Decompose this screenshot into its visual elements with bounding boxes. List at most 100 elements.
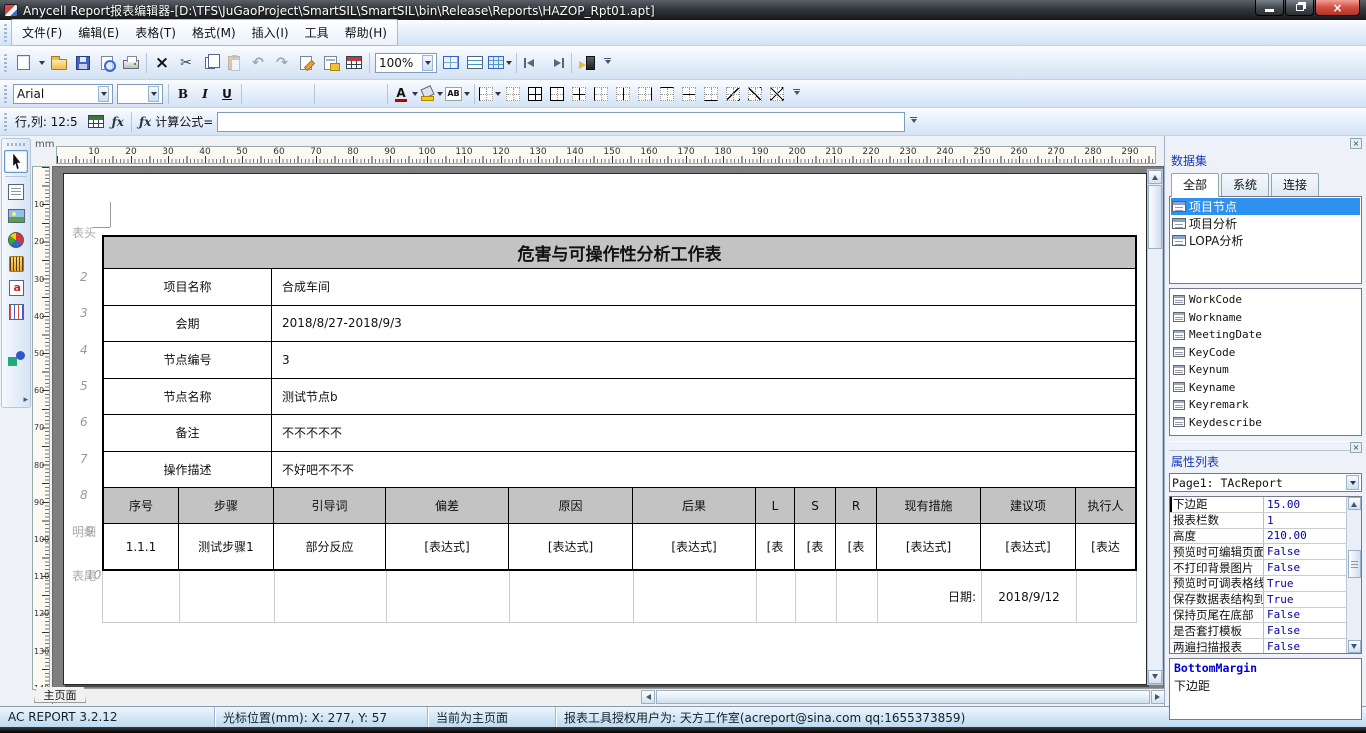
property-value[interactable]: 15.00: [1264, 497, 1346, 512]
column-header-11[interactable]: 执行人: [1076, 488, 1135, 523]
table-style-button[interactable]: [342, 51, 366, 75]
property-value[interactable]: False: [1264, 608, 1346, 623]
vertical-scroll-thumb[interactable]: [1148, 185, 1162, 249]
footer-cell-8[interactable]: [837, 571, 878, 622]
field-item-5[interactable]: Keyname: [1171, 379, 1360, 397]
font-color-button[interactable]: A: [391, 83, 419, 105]
align-left-button[interactable]: [245, 83, 267, 105]
menu-item-2[interactable]: 表格(T): [127, 20, 184, 45]
align-right-button[interactable]: [289, 83, 311, 105]
scroll-thumb[interactable]: [1348, 550, 1361, 578]
detail-cell-1[interactable]: 测试步骤1: [179, 524, 274, 569]
property-row-8[interactable]: 是否套打模板False: [1170, 623, 1346, 639]
new-button[interactable]: [11, 51, 35, 75]
minimize-button[interactable]: [1255, 0, 1284, 16]
delete-button[interactable]: ×: [150, 51, 174, 75]
shrink-col-button[interactable]: [520, 51, 544, 75]
border-preset-button[interactable]: [478, 83, 502, 105]
property-value[interactable]: False: [1264, 544, 1346, 559]
menu-item-5[interactable]: 工具: [297, 20, 337, 45]
panel-close-icon[interactable]: ×: [1350, 442, 1362, 453]
field-item-6[interactable]: Keyremark: [1171, 396, 1360, 414]
property-row-7[interactable]: 保持页尾在底部False: [1170, 608, 1346, 624]
dataset-tab-0[interactable]: 全部: [1171, 173, 1219, 197]
dataset-tab-1[interactable]: 系统: [1221, 173, 1269, 197]
property-value[interactable]: 210.00: [1264, 529, 1346, 544]
border-diagonal-up-button[interactable]: [744, 83, 766, 105]
formula-input[interactable]: [217, 112, 905, 132]
property-value[interactable]: False: [1264, 639, 1346, 654]
info-value-cell[interactable]: 不好吧不不不: [272, 452, 1135, 488]
page-setup-button[interactable]: [318, 51, 342, 75]
panel-close-icon[interactable]: ×: [1350, 138, 1362, 149]
border-bottom-button[interactable]: [700, 83, 722, 105]
fill-color-button[interactable]: [419, 83, 444, 105]
close-button[interactable]: ×: [1315, 0, 1360, 16]
cell-grid-icon[interactable]: [88, 115, 104, 128]
bold-button[interactable]: B: [172, 83, 194, 105]
export-button[interactable]: [294, 51, 318, 75]
border-diagonal-down-button[interactable]: [722, 83, 744, 105]
info-label-cell[interactable]: 会期: [104, 306, 272, 342]
property-value[interactable]: False: [1264, 623, 1346, 638]
zoom-combo[interactable]: 100%: [375, 53, 437, 73]
dataset-item-0[interactable]: 项目节点: [1171, 198, 1360, 215]
field-item-3[interactable]: KeyCode: [1171, 344, 1360, 362]
image-tool-button[interactable]: [4, 204, 28, 227]
border-right-button[interactable]: [634, 83, 656, 105]
split-rows-button[interactable]: [463, 51, 487, 75]
subreport-tool-button[interactable]: [4, 300, 28, 323]
property-value[interactable]: True: [1264, 592, 1346, 607]
detail-cell-3[interactable]: [表达式]: [386, 524, 509, 569]
valign-top-button[interactable]: [318, 83, 340, 105]
detail-cell-10[interactable]: [表达式]: [981, 524, 1076, 569]
text-direction-button[interactable]: AB: [444, 83, 471, 105]
footer-cell-1[interactable]: [180, 571, 275, 622]
field-item-2[interactable]: MeetingDate: [1171, 326, 1360, 344]
footer-cell-0[interactable]: [103, 571, 180, 622]
select-tool-button[interactable]: [4, 150, 28, 173]
field-item-0[interactable]: WorkCode: [1171, 291, 1360, 309]
toolbar-grip[interactable]: [4, 85, 7, 103]
merge-cells-button[interactable]: [439, 51, 463, 75]
scroll-left-button[interactable]: [641, 690, 655, 704]
info-label-cell[interactable]: 节点编号: [104, 342, 272, 378]
info-label-cell[interactable]: 操作描述: [104, 452, 272, 488]
border-left-button[interactable]: [590, 83, 612, 105]
footer-cell-4[interactable]: [510, 571, 634, 622]
dataset-tab-2[interactable]: 连接: [1271, 173, 1319, 197]
info-value-cell[interactable]: 2018/8/27-2018/9/3: [272, 306, 1135, 342]
grow-col-button[interactable]: [544, 51, 568, 75]
column-header-1[interactable]: 步骤: [179, 488, 274, 523]
field-item-7[interactable]: Keydescribe: [1171, 414, 1360, 432]
column-header-10[interactable]: 建议项: [981, 488, 1076, 523]
property-row-2[interactable]: 高度210.00: [1170, 529, 1346, 545]
grid-options-button[interactable]: [487, 51, 513, 75]
report-page[interactable]: 表头2345678910明细表尾 危害与可操作性分析工作表 项目名称合成车间会期…: [63, 173, 1147, 685]
info-label-cell[interactable]: 节点名称: [104, 379, 272, 415]
border-diagonal-cross-button[interactable]: [766, 83, 788, 105]
paste-button[interactable]: [222, 51, 246, 75]
detail-cell-4[interactable]: [表达式]: [509, 524, 633, 569]
toolbar-overflow-icon[interactable]: [793, 89, 800, 98]
border-center-h-button[interactable]: [678, 83, 700, 105]
detail-cell-6[interactable]: [表: [756, 524, 795, 569]
info-value-cell[interactable]: 3: [272, 342, 1135, 378]
underline-button[interactable]: U: [216, 83, 238, 105]
column-header-9[interactable]: 现有措施: [877, 488, 981, 523]
menu-item-6[interactable]: 帮助(H): [337, 20, 395, 45]
info-value-cell[interactable]: 测试节点b: [272, 379, 1135, 415]
copy-button[interactable]: [198, 51, 222, 75]
report-title-cell[interactable]: 危害与可操作性分析工作表: [104, 237, 1135, 268]
scroll-right-button[interactable]: [1151, 690, 1165, 704]
font-size-combo[interactable]: [117, 84, 163, 104]
column-header-3[interactable]: 偏差: [386, 488, 509, 523]
field-item-4[interactable]: Keynum: [1171, 361, 1360, 379]
column-header-2[interactable]: 引导词: [274, 488, 386, 523]
property-row-1[interactable]: 报表栏数1: [1170, 513, 1346, 529]
save-button[interactable]: [71, 51, 95, 75]
redo-button[interactable]: ↷: [270, 51, 294, 75]
border-inner-button[interactable]: [568, 83, 590, 105]
footer-date-label-cell[interactable]: 日期:: [878, 571, 982, 622]
detail-cell-0[interactable]: 1.1.1: [104, 524, 179, 569]
